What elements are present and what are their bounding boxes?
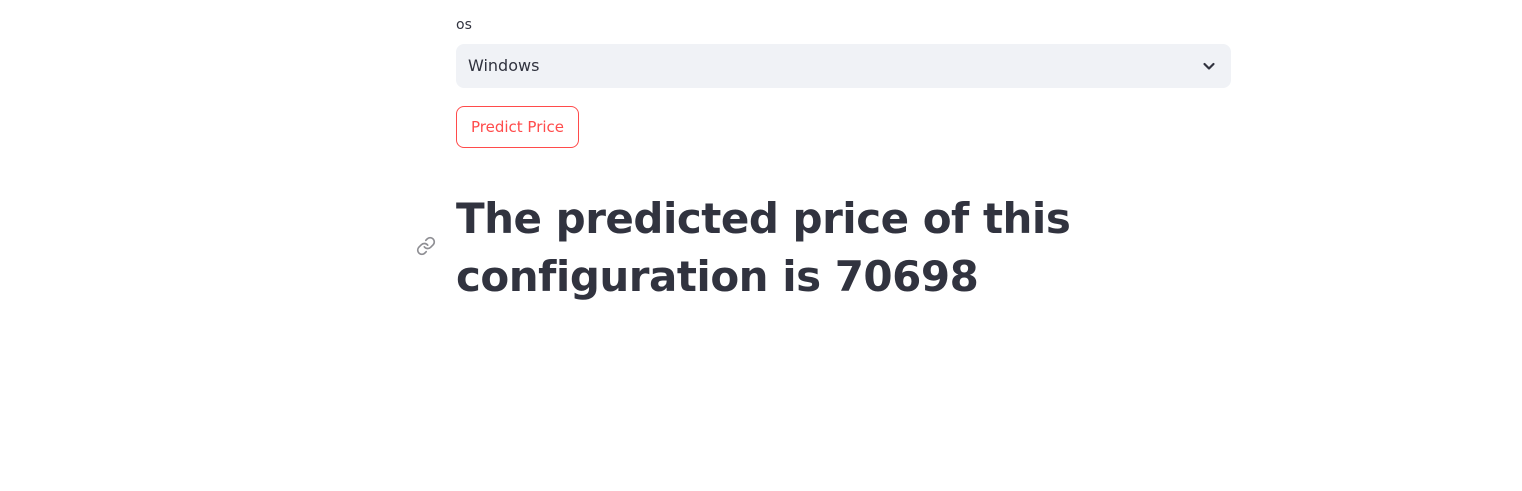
link-icon[interactable] (416, 236, 436, 256)
os-select-value: Windows (468, 56, 540, 75)
chevron-down-icon (1201, 58, 1217, 74)
os-select[interactable]: Windows (456, 44, 1231, 88)
predict-price-button[interactable]: Predict Price (456, 106, 580, 148)
predicted-price-heading: The predicted price of this configuratio… (456, 194, 1071, 301)
os-field-label: os (456, 17, 472, 33)
